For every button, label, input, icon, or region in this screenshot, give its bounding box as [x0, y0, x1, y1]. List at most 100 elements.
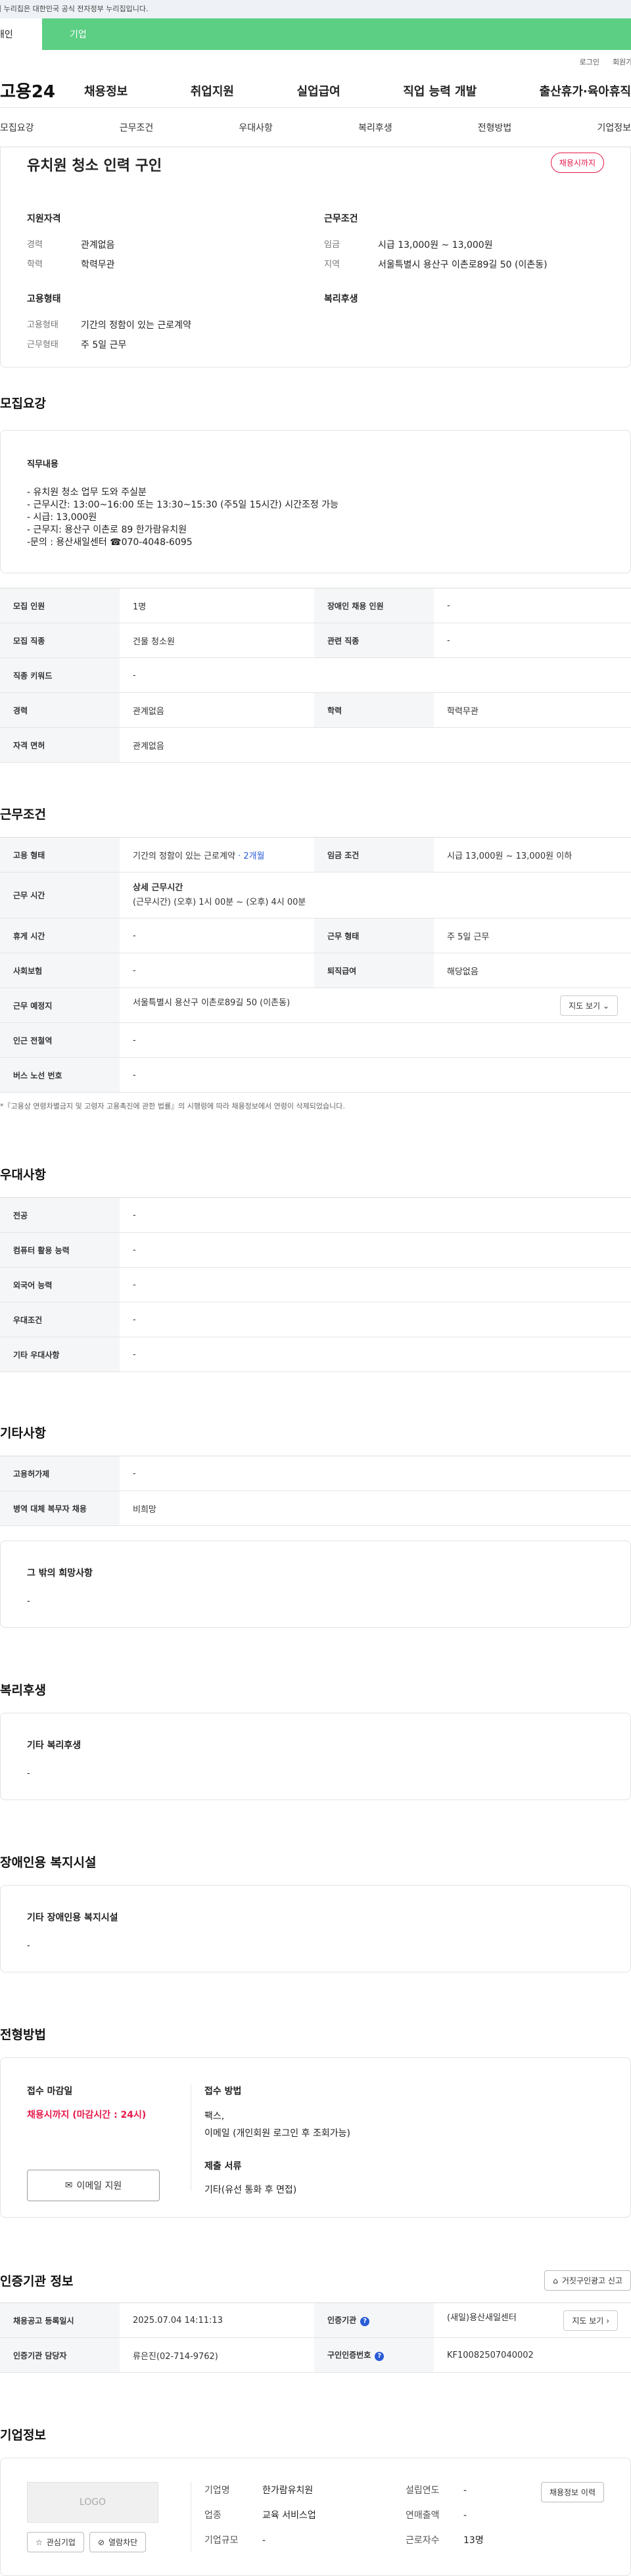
pref-heading: 우대사항: [0, 1168, 46, 1182]
subnav-work[interactable]: 근무조건: [120, 121, 154, 134]
welfare-heading: 복리후생: [324, 294, 358, 304]
welfare-section-heading: 복리후생: [0, 1683, 46, 1698]
work-section: 근무조건 고용 형태 기간의 정함이 있는 근로계약 · 2개월 임금 조건 시…: [0, 805, 631, 1111]
table-row: 근무 시간 상세 근무시간 (근무시간) (오후) 1시 00분 ~ (오후) …: [0, 872, 631, 918]
welfare-card: 기타 복리후생 -: [0, 1713, 631, 1800]
qualification-heading: 지원자격: [27, 214, 61, 224]
favorite-company-button[interactable]: ☆ 관심기업: [27, 2532, 84, 2552]
cert-heading: 인증기관 정보: [0, 2274, 74, 2289]
etc-heading: 기타사항: [0, 1426, 46, 1441]
table-row: 전공 -: [0, 1197, 631, 1233]
conditions-block: 근무조건 임금 시급 13,000원 ~ 13,000원 지역 서울특별시 용산구 …: [324, 212, 604, 355]
work-heading: 근무조건: [0, 807, 46, 822]
global-nav: 고용24 채용정보 취업지원 실업급여 직업 능력 개발 출산휴가·육아휴직: [0, 74, 631, 108]
table-row: 고용허가제 -: [0, 1456, 631, 1491]
welfare-section: 복리후생 기타 복리후생 -: [0, 1681, 631, 1800]
subnav-welfare[interactable]: 복리후생: [358, 121, 392, 134]
home-icon: ⌂: [553, 2276, 558, 2285]
disabled-heading: 장애인용 복지시설: [0, 1855, 97, 1870]
other-wishes-card: 그 밖의 희망사항 -: [0, 1540, 631, 1628]
selection-section: 전형방법 접수 마감일 채용시까지 (마감시간 : 24시) ✉ 이메일 지원 …: [0, 2025, 631, 2218]
etc-section: 기타사항 고용허가제 - 병역 대체 복무자 채용 비희망 그 밖의 희망사항 -: [0, 1423, 631, 1628]
chevron-down-icon: ⌄: [602, 1001, 609, 1011]
gov-banner: 이 누리집은 대한민국 공식 전자정부 누리집입니다.: [0, 0, 631, 18]
table-row: 채용공고 등록일시 2025.07.04 14:11:13 인증기관? (새일)…: [0, 2302, 631, 2338]
table-row: 자격 면허 관계없음: [0, 727, 631, 763]
star-icon: ☆: [35, 2537, 43, 2547]
gnb-item-employment-support[interactable]: 취업지원: [191, 82, 234, 99]
table-row: 직종 키워드 -: [0, 657, 631, 693]
table-row: 인근 전철역 -: [0, 1022, 631, 1058]
subnav-pref[interactable]: 우대사항: [239, 121, 273, 134]
org-map-button[interactable]: 지도 보기 ›: [563, 2310, 618, 2331]
gov-banner-text: 이 누리집은 대한민국 공식 전자정부 누리집입니다.: [0, 5, 149, 13]
selection-card: 접수 마감일 채용시까지 (마감시간 : 24시) ✉ 이메일 지원 접수 방법…: [0, 2057, 631, 2218]
table-row: 사회보험 - 퇴직급여 해당없음: [0, 953, 631, 988]
report-fake-ad-button[interactable]: ⌂ 거짓구인광고 신고: [544, 2270, 631, 2291]
table-row: 모집 인원 1명 장애인 채용 인원 -: [0, 588, 631, 623]
status-badge: 채용시까지: [550, 153, 604, 173]
site-logo[interactable]: 고용24: [0, 78, 84, 103]
qualification-block: 지원자격 경력 관계없음 학력 학력무관 고용형태 고용형태 기간의 정함이 있는 근…: [27, 212, 324, 355]
section-subnav: 모집요강 근무조건 우대사항 복리후생 전형방법 기업정보: [0, 108, 631, 147]
pref-table: 전공 - 컴퓨터 활용 능력 - 외국어 능력 - 우대조건 - 기타 우대사항 -: [0, 1197, 631, 1372]
table-row: 외국어 능력 -: [0, 1267, 631, 1302]
company-section: 기업정보 LOGO ☆ 관심기업 ⊘ 열람차단 기업명 한가람유치원 설립연도 - 업종 교…: [0, 2425, 631, 2576]
login-link[interactable]: 로그인: [580, 57, 599, 67]
info-icon[interactable]: ?: [360, 2317, 370, 2326]
map-view-button[interactable]: 지도 보기 ⌄: [560, 995, 618, 1016]
job-description-card: 직무내용 - 유치원 청소 업무 도와 주실분 - 근무시간: 13:00~16…: [0, 430, 631, 573]
table-row: 모집 직종 건물 청소원 관련 직종 -: [0, 623, 631, 658]
company-card: LOGO ☆ 관심기업 ⊘ 열람차단 기업명 한가람유치원 설립연도 - 업종 교육 서비스…: [0, 2458, 631, 2576]
subnav-company[interactable]: 기업정보: [597, 121, 631, 134]
table-row: 고용 형태 기간의 정함이 있는 근로계약 · 2개월 임금 조건 시급 13,…: [0, 837, 631, 872]
table-row: 우대조건 -: [0, 1302, 631, 1337]
recruit-heading: 모집요강: [0, 396, 46, 411]
user-type-tabs: 개인 기업: [0, 18, 631, 50]
gnb-item-training[interactable]: 직업 능력 개발: [403, 82, 477, 99]
block-view-button[interactable]: ⊘ 열람차단: [89, 2532, 147, 2552]
table-row: 휴게 시간 - 근무 형태 주 5일 근무: [0, 918, 631, 953]
disabled-section: 장애인용 복지시설 기타 장애인용 복지시설 -: [0, 1853, 631, 1972]
recruit-table: 모집 인원 1명 장애인 채용 인원 - 모집 직종 건물 청소원 관련 직종 …: [0, 588, 631, 763]
recruit-section: 모집요강 직무내용 - 유치원 청소 업무 도와 주실분 - 근무시간: 13:…: [0, 394, 631, 763]
gnb-item-jobs[interactable]: 채용정보: [84, 82, 128, 99]
deadline-value: 채용시까지 (마감시간 : 24시): [27, 2110, 147, 2120]
job-description-heading: 직무내용: [27, 460, 58, 469]
age-notice: *『고용상 연령차별금지 및 고령자 고용촉진에 관한 법률』의 시행령에 따라…: [0, 1102, 345, 1110]
tab-company[interactable]: 기업: [42, 18, 631, 50]
subnav-recruit[interactable]: 모집요강: [0, 121, 34, 134]
email-apply-button[interactable]: ✉ 이메일 지원: [27, 2170, 160, 2201]
employment-type-heading: 고용형태: [27, 294, 61, 304]
util-bar: 로그인 회원가입: [0, 50, 631, 74]
hiring-history-button[interactable]: 채용정보 이력: [540, 2482, 604, 2502]
company-logo: LOGO: [27, 2482, 158, 2523]
table-row: 인증기관 담당자 류은진(02-714-9762) 구인인증번호? KF1008…: [0, 2337, 631, 2373]
block-icon: ⊘: [97, 2537, 105, 2547]
table-row: 기타 우대사항 -: [0, 1337, 631, 1372]
job-title: 유치원 청소 인력 구인: [27, 158, 162, 174]
table-row: 경력 관계없음 학력 학력무관: [0, 692, 631, 728]
chevron-right-icon: ›: [606, 2316, 609, 2326]
subnav-selection[interactable]: 전형방법: [478, 121, 512, 134]
conditions-heading: 근무조건: [324, 214, 358, 224]
cert-section: 인증기관 정보 ⌂ 거짓구인광고 신고 채용공고 등록일시 2025.07.04…: [0, 2270, 631, 2373]
tab-person[interactable]: 개인: [0, 18, 42, 50]
table-row: 병역 대체 복무자 채용 비희망: [0, 1491, 631, 1526]
cert-table: 채용공고 등록일시 2025.07.04 14:11:13 인증기관? (새일)…: [0, 2302, 631, 2373]
table-row: 컴퓨터 활용 능력 -: [0, 1232, 631, 1268]
join-link[interactable]: 회원가입: [613, 57, 631, 67]
disabled-card: 기타 장애인용 복지시설 -: [0, 1885, 631, 1972]
gnb-item-leave[interactable]: 출산휴가·육아휴직: [540, 82, 631, 99]
company-heading: 기업정보: [0, 2428, 46, 2443]
mail-icon: ✉: [64, 2180, 73, 2191]
etc-table: 고용허가제 - 병역 대체 복무자 채용 비희망: [0, 1456, 631, 1526]
table-row: 근무 예정지 서울특별시 용산구 이촌로89길 50 (이촌동) 지도 보기 ⌄: [0, 988, 631, 1023]
job-summary-card: 유치원 청소 인력 구인 채용시까지 지원자격 경력 관계없음 학력 학력무관 고용…: [0, 147, 631, 368]
pref-section: 우대사항 전공 - 컴퓨터 활용 능력 - 외국어 능력 - 우대조건 - 기타 우대사…: [0, 1165, 631, 1372]
work-table: 고용 형태 기간의 정함이 있는 근로계약 · 2개월 임금 조건 시급 13,…: [0, 837, 631, 1093]
selection-heading: 전형방법: [0, 2028, 46, 2042]
gnb-item-unemployment[interactable]: 실업급여: [297, 82, 340, 99]
info-icon[interactable]: ?: [375, 2352, 385, 2361]
table-row: 버스 노선 번호 -: [0, 1057, 631, 1093]
